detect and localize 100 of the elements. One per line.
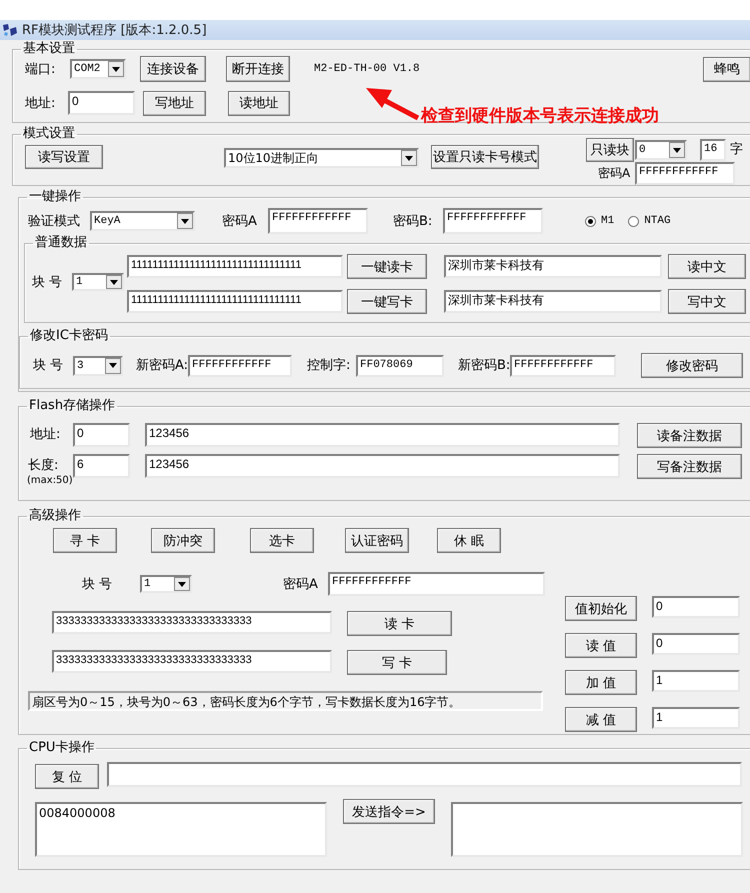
radio-circle[interactable] xyxy=(628,216,640,226)
value-input[interactable]: 1 xyxy=(652,707,740,729)
group-title: CPU卡操作 xyxy=(28,741,96,755)
value-input[interactable]: 0 xyxy=(652,633,740,655)
command-button[interactable]: 选卡 xyxy=(250,528,314,553)
hint-text: 扇区号为0～15，块号为0～63，密码长度为6个字节，写卡数据长度为16字节。 xyxy=(28,691,543,711)
value-action-button[interactable]: 减 值 xyxy=(565,707,637,732)
access-bits-input[interactable]: FF078069 xyxy=(356,354,444,376)
group-title: 普通数据 xyxy=(34,236,88,250)
port-dropdown[interactable]: COM2 xyxy=(70,59,126,79)
bytes-input[interactable]: 16 xyxy=(700,139,726,161)
password-input[interactable]: FFFFFFFFFFFF xyxy=(635,162,735,185)
text-input[interactable]: 深圳市莱卡科技有 xyxy=(444,255,662,278)
card-action-button[interactable]: 一键写卡 xyxy=(347,289,427,314)
new-key-a-input[interactable]: FFFFFFFFFFFF xyxy=(188,354,292,376)
app-icon xyxy=(2,23,18,37)
field-label: 地址: xyxy=(30,427,62,442)
block-dropdown[interactable]: 1 xyxy=(72,273,124,291)
caret-icon xyxy=(673,148,681,152)
bytes-label: 字 xyxy=(730,142,743,157)
text-action-button[interactable]: 写中文 xyxy=(668,289,746,314)
annotation-text: 检查到硬件版本号表示连接成功 xyxy=(421,105,659,127)
read-address-button[interactable]: 读地址 xyxy=(228,90,290,116)
group-title: 一键操作 xyxy=(28,190,82,204)
reset-response-field[interactable] xyxy=(107,762,742,787)
block-label: 块 号 xyxy=(33,358,64,373)
version-text: M2-ED-TH-00 V1.8 xyxy=(314,62,420,76)
address-input[interactable]: 0 xyxy=(68,91,135,115)
caret-icon xyxy=(112,66,120,72)
command-input[interactable]: 0084000008 xyxy=(35,802,327,857)
block-dropdown[interactable]: 3 xyxy=(73,356,123,376)
group-title: 修改IC卡密码 xyxy=(29,329,109,343)
flash-data-input[interactable]: 123456 xyxy=(145,423,620,447)
value-action-button[interactable]: 加 值 xyxy=(565,670,637,695)
connect-button[interactable]: 连接设备 xyxy=(140,56,206,82)
value-input[interactable]: 1 xyxy=(652,670,740,692)
flash-input[interactable]: 0 xyxy=(73,423,130,447)
caret-icon xyxy=(405,156,413,160)
access-bits-label: 控制字: xyxy=(307,358,352,373)
command-button[interactable]: 防冲突 xyxy=(151,528,215,553)
value-input[interactable]: 0 xyxy=(652,596,740,618)
card-type-radio[interactable]: M1 xyxy=(585,215,614,227)
command-button[interactable]: 休 眠 xyxy=(437,528,501,553)
group-title: 基本设置 xyxy=(22,42,76,56)
data-input[interactable]: 33333333333333333333333333333333 xyxy=(52,611,332,634)
data-input[interactable]: 11111111111111111111111111111111 xyxy=(127,255,343,278)
card-action-button[interactable]: 写 卡 xyxy=(347,650,447,675)
group-title: 模式设置 xyxy=(22,127,76,141)
port-label: 端口: xyxy=(25,62,56,76)
format-dropdown[interactable]: 10位10进制正向 xyxy=(224,148,419,168)
caret-icon xyxy=(181,218,189,224)
caret-icon xyxy=(178,582,186,586)
key-a-input[interactable]: FFFFFFFFFFFF xyxy=(328,572,545,596)
block-dropdown[interactable]: 1 xyxy=(140,575,192,593)
address-label: 地址: xyxy=(25,96,56,110)
card-type-radio[interactable]: NTAG xyxy=(628,215,671,227)
max-length-hint: (max:50) xyxy=(27,474,73,488)
new-key-b-input[interactable]: FFFFFFFFFFFF xyxy=(510,354,616,376)
send-command-button[interactable]: 发送指令=> xyxy=(343,799,435,824)
key-a-label: 密码A xyxy=(283,576,319,592)
flash-input[interactable]: 6 xyxy=(73,454,130,478)
block-label: 块 号 xyxy=(32,274,64,290)
new-key-a-label: 新密码A: xyxy=(136,358,188,373)
auth-mode-label: 验证模式 xyxy=(28,214,81,228)
write-address-button[interactable]: 写地址 xyxy=(143,90,206,116)
command-button[interactable]: 寻 卡 xyxy=(53,528,117,553)
group-title: 高级操作 xyxy=(28,509,82,523)
radio-circle[interactable] xyxy=(585,216,596,226)
flash-action-button[interactable]: 写备注数据 xyxy=(637,454,742,479)
readonly-block-button[interactable]: 只读块 xyxy=(586,138,634,162)
rw-settings-button[interactable]: 读写设置 xyxy=(25,145,103,169)
response-output[interactable] xyxy=(451,802,743,857)
value-action-button[interactable]: 值初始化 xyxy=(565,596,637,621)
change-key-button[interactable]: 修改密码 xyxy=(641,353,743,378)
key-b-input[interactable]: FFFFFFFFFFFF xyxy=(443,208,543,234)
beep-button[interactable]: 蜂鸣 xyxy=(703,56,750,82)
data-input[interactable]: 11111111111111111111111111111111 xyxy=(127,290,343,313)
password-label: 密码A xyxy=(598,166,632,181)
window-title: RF模块测试程序 [版本:1.2.0.5] xyxy=(22,22,207,39)
block-dropdown[interactable]: 0 xyxy=(635,140,687,160)
key-a-input[interactable]: FFFFFFFFFFFF xyxy=(268,208,368,234)
caret-icon xyxy=(110,280,118,284)
reset-button[interactable]: 复 位 xyxy=(35,764,99,789)
card-action-button[interactable]: 读 卡 xyxy=(347,611,452,636)
field-label: 长度: xyxy=(28,458,60,473)
command-button[interactable]: 认证密码 xyxy=(345,528,409,553)
text-input[interactable]: 深圳市莱卡科技有 xyxy=(444,290,662,313)
flash-action-button[interactable]: 读备注数据 xyxy=(637,423,742,448)
value-action-button[interactable]: 读 值 xyxy=(565,633,637,658)
flash-data-input[interactable]: 123456 xyxy=(145,454,620,478)
key-b-label: 密码B: xyxy=(393,214,434,228)
auth-mode-dropdown[interactable]: KeyA xyxy=(90,211,195,231)
group-title: Flash存储操作 xyxy=(28,399,116,413)
text-action-button[interactable]: 读中文 xyxy=(668,254,746,279)
block-label: 块 号 xyxy=(82,576,114,592)
card-action-button[interactable]: 一键读卡 xyxy=(347,254,427,279)
disconnect-button[interactable]: 断开连接 xyxy=(226,56,290,82)
new-key-b-label: 新密码B: xyxy=(458,358,510,373)
data-input[interactable]: 33333333333333333333333333333333 xyxy=(52,650,332,673)
set-mode-button[interactable]: 设置只读卡号模式 xyxy=(431,145,539,169)
